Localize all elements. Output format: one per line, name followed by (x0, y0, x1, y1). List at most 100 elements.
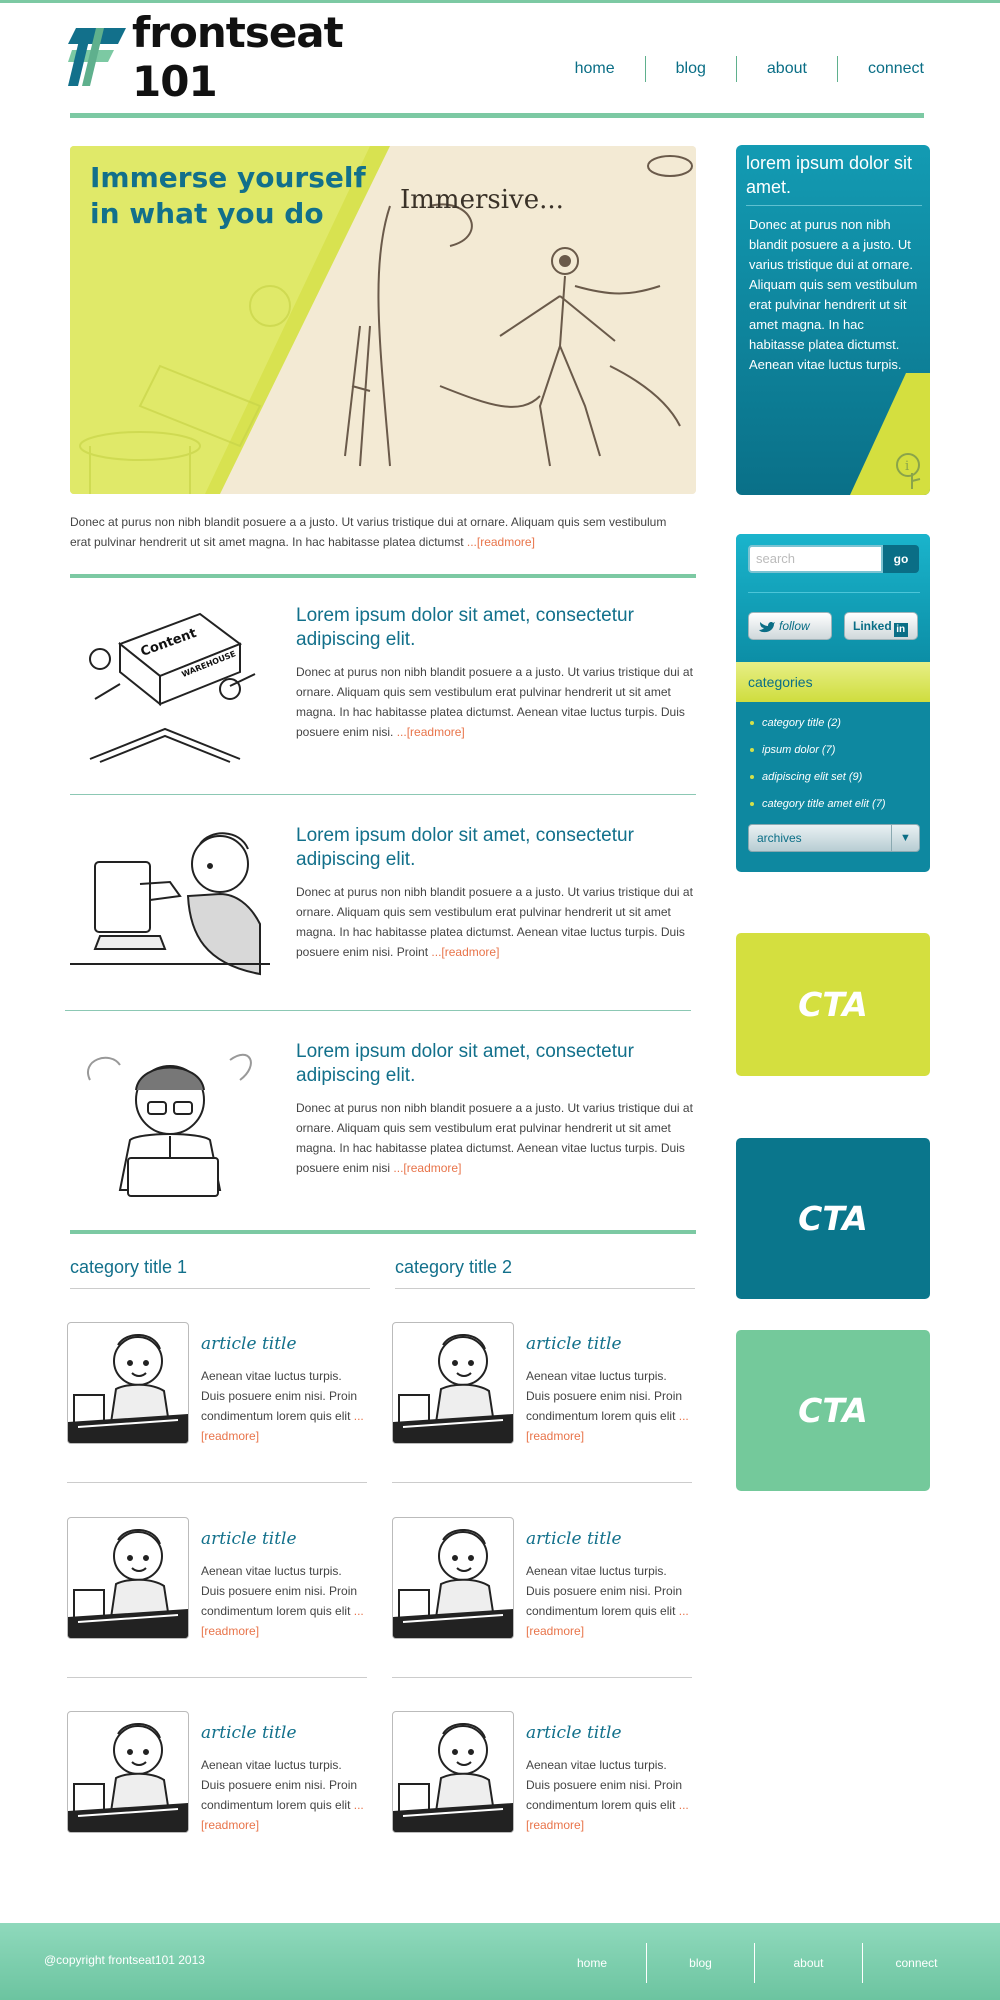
footer: @copyright frontseat101 2013 home blog a… (0, 1923, 1000, 2000)
article-card: article title Aenean vitae luctus turpis.… (67, 1322, 367, 1446)
search-go-button[interactable]: go (883, 545, 919, 573)
post-body: Donec at purus non nibh blandit posuere … (296, 665, 693, 739)
nav-blog[interactable]: blog (644, 56, 736, 82)
post-title[interactable]: Lorem ipsum dolor sit amet, consectetur … (296, 1040, 696, 1088)
section-divider (70, 574, 696, 578)
archives-label: archives (757, 831, 802, 845)
linkedin-button[interactable]: Linked in (844, 612, 918, 640)
article-thumbnail[interactable] (67, 1322, 189, 1444)
post-title[interactable]: Lorem ipsum dolor sit amet, consectetur … (296, 604, 696, 652)
sidebar-widget: search go follow Linked in categories cat… (736, 534, 930, 872)
article-title[interactable]: article title (201, 1723, 297, 1743)
cta-button-3[interactable]: CTA (736, 1330, 930, 1491)
article-card: article title Aenean vitae luctus turpis.… (67, 1517, 367, 1641)
footer-nav-connect[interactable]: connect (862, 1943, 970, 1983)
readmore-link[interactable]: ...[readmore] (428, 945, 499, 959)
sidebar-info-title: lorem ipsum dolor sit amet. (746, 153, 913, 197)
search-input[interactable]: search (748, 545, 883, 573)
article-title[interactable]: article title (526, 1529, 622, 1549)
footer-nav-blog[interactable]: blog (646, 1943, 754, 1983)
article-body: Aenean vitae luctus turpis. Duis posuere… (526, 1564, 689, 1638)
category-title[interactable]: category title 2 (395, 1257, 695, 1289)
archives-dropdown[interactable]: archives ▼ (748, 824, 920, 852)
brand-name: frontseat 101 (132, 8, 344, 106)
sidebar-info-body: Donec at purus non nibh blandit posuere … (749, 217, 918, 372)
footer-nav: home blog about connect (538, 1943, 970, 1983)
linkedin-icon: in (893, 623, 908, 637)
hero-banner[interactable]: Immersive... Immerse yourself in what yo… (70, 146, 696, 494)
readmore-link[interactable]: ...[readmore] (390, 1161, 461, 1175)
footer-nav-home[interactable]: home (538, 1943, 646, 1983)
categories-list: category title (2) ipsum dolor (7) adipi… (750, 710, 926, 818)
article-thumbnail[interactable] (392, 1517, 514, 1639)
linkedin-label: Linked (853, 619, 892, 633)
category-link[interactable]: category title (2) (750, 710, 926, 737)
post-thumbnail[interactable] (70, 824, 270, 984)
hero-title: Immerse yourself in what you do (90, 161, 366, 230)
section-divider (70, 1230, 696, 1234)
follow-label: follow (779, 619, 810, 633)
article-title[interactable]: article title (526, 1723, 622, 1743)
svg-text:i: i (905, 459, 909, 474)
logo[interactable]: frontseat 101 (68, 8, 388, 106)
article-body: Aenean vitae luctus turpis. Duis posuere… (201, 1369, 364, 1443)
article-thumbnail[interactable] (392, 1711, 514, 1833)
article-card: article title Aenean vitae luctus turpis.… (67, 1711, 367, 1835)
article-body: Aenean vitae luctus turpis. Duis posuere… (201, 1758, 364, 1832)
top-accent-line (0, 0, 1000, 3)
twitter-bird-icon (759, 622, 775, 633)
category-link[interactable]: ipsum dolor (7) (750, 737, 926, 764)
logo-mark-icon (68, 28, 126, 86)
category-link[interactable]: category title amet elit (7) (750, 791, 926, 818)
article-card: article title Aenean vitae luctus turpis.… (392, 1322, 692, 1446)
footer-nav-about[interactable]: about (754, 1943, 862, 1983)
hero-sketch-caption: Immersive... (400, 185, 564, 215)
article-body: Aenean vitae luctus turpis. Duis posuere… (526, 1758, 689, 1832)
content-sign-text: Content (139, 626, 199, 660)
nav-home[interactable]: home (575, 56, 645, 82)
post-thumbnail[interactable]: Content WAREHOUSE (70, 604, 270, 764)
article-card: article title Aenean vitae luctus turpis.… (392, 1517, 692, 1641)
post-body: Donec at purus non nibh blandit posuere … (296, 885, 693, 959)
article-body: Aenean vitae luctus turpis. Duis posuere… (201, 1564, 364, 1638)
copyright-text: @copyright frontseat101 2013 (44, 1953, 205, 1967)
post-item: Lorem ipsum dolor sit amet, consectetur … (70, 824, 696, 984)
widget-divider (748, 592, 920, 593)
chevron-down-icon: ▼ (891, 825, 919, 851)
article-thumbnail[interactable] (67, 1711, 189, 1833)
header-divider (70, 113, 924, 118)
cta-button-2[interactable]: CTA (736, 1138, 930, 1299)
intro-text: Donec at purus non nibh blandit posuere … (70, 515, 667, 549)
article-title[interactable]: article title (526, 1334, 622, 1354)
article-thumbnail[interactable] (392, 1322, 514, 1444)
nav-connect[interactable]: connect (836, 56, 930, 82)
article-title[interactable]: article title (201, 1334, 297, 1354)
categories-header: categories (736, 662, 930, 702)
article-title[interactable]: article title (201, 1529, 297, 1549)
nav-about[interactable]: about (735, 56, 837, 82)
post-body: Donec at purus non nibh blandit posuere … (296, 1101, 693, 1175)
article-divider (392, 1482, 692, 1483)
sidebar-info-divider (746, 205, 922, 206)
post-item: Lorem ipsum dolor sit amet, consectetur … (70, 1040, 696, 1200)
article-divider (67, 1482, 367, 1483)
twitter-follow-button[interactable]: follow (748, 612, 832, 640)
article-divider (67, 1677, 367, 1678)
post-title[interactable]: Lorem ipsum dolor sit amet, consectetur … (296, 824, 696, 872)
article-divider (392, 1677, 692, 1678)
post-thumbnail[interactable] (70, 1040, 270, 1200)
article-body: Aenean vitae luctus turpis. Duis posuere… (526, 1369, 689, 1443)
post-divider (65, 1010, 691, 1011)
sidebar-info-box: lorem ipsum dolor sit amet. Donec at pur… (736, 145, 930, 495)
readmore-link[interactable]: ...[readmore] (464, 535, 535, 549)
article-thumbnail[interactable] (67, 1517, 189, 1639)
cta-button-1[interactable]: CTA (736, 933, 930, 1076)
post-divider (70, 794, 696, 795)
main-nav: home blog about connect (575, 56, 930, 82)
info-icon[interactable]: i (850, 373, 930, 495)
post-item: Content WAREHOUSE Lorem ipsum dolor sit … (70, 604, 696, 764)
article-card: article title Aenean vitae luctus turpis.… (392, 1711, 692, 1835)
readmore-link[interactable]: ...[readmore] (397, 725, 465, 739)
category-title[interactable]: category title 1 (70, 1257, 370, 1289)
category-link[interactable]: adipiscing elit set (9) (750, 764, 926, 791)
